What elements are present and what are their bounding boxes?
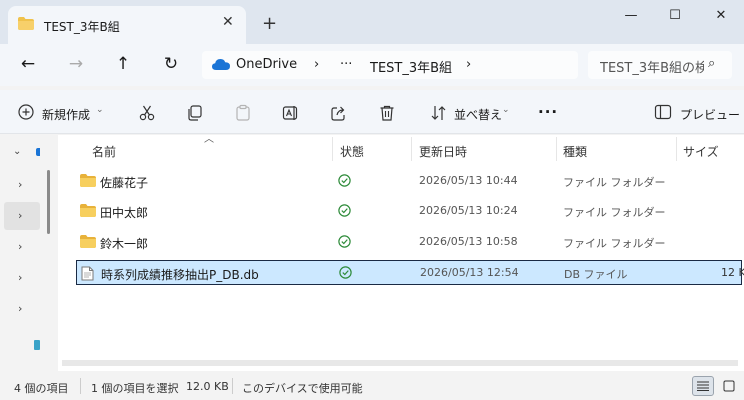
preview-button[interactable]: プレビュー	[680, 106, 740, 123]
rename-icon[interactable]	[282, 104, 300, 122]
file-name: 田中太郎	[100, 206, 149, 220]
column-header-status[interactable]: 状態	[340, 143, 364, 160]
copy-icon[interactable]	[186, 104, 204, 122]
file-date: 2026/05/13 10:24	[419, 204, 518, 217]
delete-icon[interactable]	[378, 104, 396, 122]
sort-icon[interactable]	[430, 104, 448, 122]
file-type: DB ファイル	[564, 268, 628, 281]
file-type: ファイル フォルダー	[563, 176, 666, 189]
tiles-view-icon	[723, 380, 735, 392]
breadcrumb-separator[interactable]: ›	[314, 57, 319, 72]
table-row[interactable]: 佐藤花子 2026/05/13 10:44 ファイル フォルダー	[76, 169, 742, 194]
refresh-button[interactable]: ↻	[159, 52, 183, 76]
horizontal-scrollbar[interactable]	[62, 360, 738, 366]
details-view-button[interactable]	[692, 376, 714, 396]
status-divider	[80, 378, 81, 394]
minimize-button[interactable]: —	[616, 8, 646, 24]
chevron-right-icon[interactable]: ›	[18, 209, 22, 222]
chevron-right-icon[interactable]: ›	[18, 178, 22, 191]
file-size: 12 K	[721, 266, 744, 279]
column-divider[interactable]	[676, 137, 677, 161]
chevron-right-icon[interactable]: ›	[18, 271, 22, 284]
breadcrumb-separator[interactable]: ›	[466, 57, 471, 72]
table-row-selected[interactable]: 時系列成績推移抽出P_DB.db 2026/05/13 12:54 DB ファイ…	[76, 260, 744, 285]
file-date: 2026/05/13 10:58	[419, 235, 518, 248]
file-name: 時系列成績推移抽出P_DB.db	[101, 268, 259, 282]
item-count: 4 個の項目	[14, 382, 69, 395]
close-tab-button[interactable]: ✕	[222, 14, 234, 30]
table-row[interactable]: 田中太郎 2026/05/13 10:24 ファイル フォルダー	[76, 199, 742, 224]
column-divider[interactable]	[556, 137, 557, 161]
availability-status: このデバイスで使用可能	[242, 382, 363, 395]
file-name: 鈴木一郎	[100, 237, 149, 251]
more-options-button[interactable]: ···	[538, 103, 558, 121]
onedrive-cloud-icon	[212, 59, 230, 70]
table-row[interactable]: 鈴木一郎 2026/05/13 10:58 ファイル フォルダー	[76, 230, 742, 255]
share-icon[interactable]	[330, 104, 348, 122]
drive-nav-icon	[34, 340, 40, 350]
close-window-button[interactable]: ✕	[706, 8, 736, 24]
folder-icon	[80, 235, 96, 248]
chevron-down-icon[interactable]: ⌄	[502, 105, 510, 115]
column-header-type[interactable]: 種類	[563, 143, 587, 160]
cut-icon[interactable]	[138, 104, 156, 122]
chevron-down-icon[interactable]: ⌄	[13, 146, 21, 157]
file-type: ファイル フォルダー	[563, 237, 666, 250]
synced-check-icon	[338, 174, 351, 187]
synced-check-icon	[338, 235, 351, 248]
search-input[interactable]: TEST_3年B組の検索	[600, 57, 704, 76]
file-icon	[81, 266, 94, 281]
sort-ascending-icon: ︿	[204, 134, 214, 145]
folder-icon	[80, 204, 96, 217]
column-header-date[interactable]: 更新日時	[419, 143, 467, 160]
chevron-right-icon[interactable]: ›	[18, 240, 22, 253]
maximize-button[interactable]: ☐	[660, 8, 690, 24]
breadcrumb-onedrive[interactable]: OneDrive	[236, 57, 297, 72]
column-divider[interactable]	[332, 137, 333, 161]
onedrive-nav-icon	[36, 148, 40, 156]
up-button[interactable]: ↑	[111, 52, 135, 76]
breadcrumb-ellipsis[interactable]: ···	[340, 57, 352, 72]
file-date: 2026/05/13 12:54	[420, 266, 519, 279]
tiles-view-button[interactable]	[718, 376, 740, 396]
file-type: ファイル フォルダー	[563, 206, 666, 219]
column-header-size[interactable]: サイズ	[683, 143, 719, 160]
selection-count: 1 個の項目を選択	[91, 382, 179, 395]
sort-button[interactable]: 並べ替え	[454, 106, 502, 123]
command-bar	[0, 90, 744, 134]
synced-check-icon	[339, 266, 352, 279]
nav-pane-scrollbar[interactable]	[47, 170, 50, 234]
back-button[interactable]: ←	[16, 52, 40, 76]
new-button[interactable]: 新規作成	[42, 106, 90, 123]
column-header-name[interactable]: 名前	[92, 143, 116, 160]
plus-circle-icon[interactable]	[18, 104, 34, 120]
file-name: 佐藤花子	[100, 176, 149, 190]
paste-icon[interactable]	[234, 104, 252, 122]
selection-size: 12.0 KB	[186, 380, 229, 393]
synced-check-icon	[338, 204, 351, 217]
folder-icon	[18, 17, 34, 30]
column-divider[interactable]	[411, 137, 412, 161]
folder-icon	[80, 174, 96, 187]
chevron-right-icon[interactable]: ›	[18, 302, 22, 315]
new-tab-button[interactable]: +	[262, 13, 277, 34]
breadcrumb-folder[interactable]: TEST_3年B組	[370, 57, 452, 76]
status-divider	[232, 378, 233, 394]
chevron-down-icon[interactable]: ⌄	[96, 105, 104, 115]
forward-button[interactable]: →	[64, 52, 88, 76]
search-icon[interactable]: ⌕	[708, 56, 715, 71]
preview-pane-icon[interactable]	[654, 104, 672, 120]
tab-title: TEST_3年B組	[44, 20, 120, 34]
file-date: 2026/05/13 10:44	[419, 174, 518, 187]
list-view-icon	[697, 381, 709, 391]
